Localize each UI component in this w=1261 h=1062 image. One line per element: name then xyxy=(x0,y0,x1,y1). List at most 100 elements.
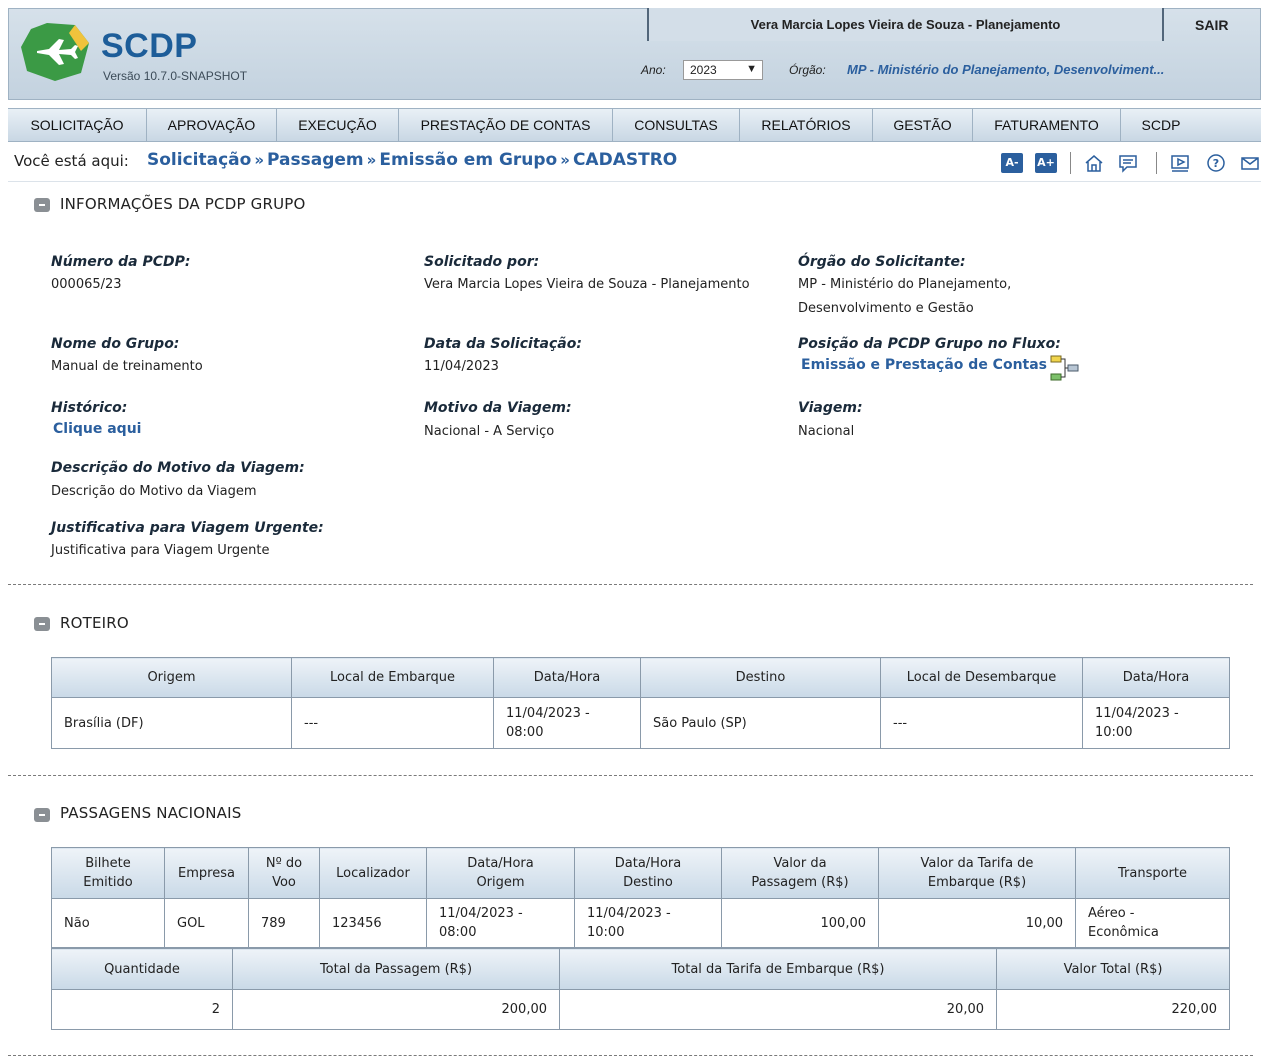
help-icon[interactable]: ? xyxy=(1205,152,1227,174)
data-solicitacao-label: Data da Solicitação: xyxy=(424,336,582,352)
table-cell: 200,00 xyxy=(232,989,560,1030)
viagem-value: Nacional xyxy=(798,424,855,439)
nav-item-gestao[interactable]: GESTÃO xyxy=(873,109,973,141)
nav-item-execucao[interactable]: EXECUÇÃO xyxy=(277,109,399,141)
table-cell: São Paulo (SP) xyxy=(640,697,881,749)
mail-icon[interactable] xyxy=(1239,152,1261,174)
org-link[interactable]: MP - Ministério do Planejamento, Desenvo… xyxy=(847,62,1164,77)
year-select-value: 2023 xyxy=(690,63,717,77)
motivo-viagem-label: Motivo da Viagem: xyxy=(424,400,572,416)
roteiro-table: Origem Local de Embarque Data/Hora Desti… xyxy=(51,657,1230,749)
nav-item-aprovacao[interactable]: APROVAÇÃO xyxy=(147,109,277,141)
font-decrease-button[interactable]: A- xyxy=(1001,153,1023,173)
nav-item-scdp[interactable]: SCDP xyxy=(1121,109,1201,141)
section-divider xyxy=(8,584,1253,585)
nav-item-prestacao-contas[interactable]: PRESTAÇÃO DE CONTAS xyxy=(399,109,613,141)
orgao-solicitante-value-line2: Desenvolvimento e Gestão xyxy=(798,301,974,316)
flow-diagram-icon[interactable] xyxy=(1049,355,1081,381)
numero-pcdp-value: 000065/23 xyxy=(51,277,122,292)
home-icon[interactable] xyxy=(1083,152,1105,174)
table-cell: 789 xyxy=(248,898,320,948)
solicitado-por-value: Vera Marcia Lopes Vieira de Souza - Plan… xyxy=(424,277,750,292)
collapse-roteiro-icon[interactable] xyxy=(34,617,50,631)
passagens-totals-table: Quantidade Total da Passagem (R$) Total … xyxy=(51,948,1230,1030)
table-header-row: Origem Local de Embarque Data/Hora Desti… xyxy=(51,657,1230,698)
breadcrumb-item-passagem[interactable]: Passagem xyxy=(267,150,364,170)
section-divider xyxy=(8,1055,1253,1056)
app-version: Versão 10.7.0-SNAPSHOT xyxy=(103,69,248,83)
scdp-logo-icon xyxy=(21,23,89,81)
toolbar-divider xyxy=(1156,152,1157,174)
table-cell: Brasília (DF) xyxy=(51,697,292,749)
column-header: Destino xyxy=(640,657,881,698)
nome-grupo-label: Nome do Grupo: xyxy=(51,336,180,352)
solicitado-por-label: Solicitado por: xyxy=(424,254,540,270)
year-select[interactable]: 2023 ▼ xyxy=(683,60,763,80)
app-logo-title: SCDP xyxy=(101,27,198,65)
table-cell: 2 xyxy=(51,989,233,1030)
year-label: Ano: xyxy=(641,63,666,77)
nome-grupo-value: Manual de treinamento xyxy=(51,359,203,374)
column-header: Data/Hora Origem xyxy=(426,847,575,899)
column-header: Valor Total (R$) xyxy=(996,948,1230,990)
chat-icon[interactable] xyxy=(1117,152,1139,174)
breadcrumb-item-solicitacao[interactable]: Solicitação xyxy=(147,150,251,170)
table-cell: Não xyxy=(51,898,165,948)
section-title-roteiro: ROTEIRO xyxy=(60,614,129,632)
descricao-motivo-value: Descrição do Motivo da Viagem xyxy=(51,484,257,499)
table-cell: --- xyxy=(291,697,494,749)
nav-item-solicitacao[interactable]: SOLICITAÇÃO xyxy=(8,109,147,141)
app-header: SCDP Versão 10.7.0-SNAPSHOT Vera Marcia … xyxy=(8,8,1261,100)
breadcrumb-separator-icon: » xyxy=(560,151,570,169)
table-cell: 11/04/2023 - 10:00 xyxy=(1082,697,1230,749)
main-nav: SOLICITAÇÃO APROVAÇÃO EXECUÇÃO PRESTAÇÃO… xyxy=(8,108,1261,142)
historico-link[interactable]: Clique aqui xyxy=(53,421,141,437)
column-header: Bilhete Emitido xyxy=(51,847,165,899)
column-header: Local de Embarque xyxy=(291,657,494,698)
column-header: Transporte xyxy=(1075,847,1230,899)
svg-text:?: ? xyxy=(1213,157,1219,170)
table-header-row: Quantidade Total da Passagem (R$) Total … xyxy=(51,948,1230,990)
table-header-row: Bilhete Emitido Empresa Nº do Voo Locali… xyxy=(51,847,1230,899)
column-header: Total da Passagem (R$) xyxy=(232,948,560,990)
table-cell: 100,00 xyxy=(721,898,879,948)
column-header: Origem xyxy=(51,657,292,698)
column-header: Nº do Voo xyxy=(248,847,320,899)
posicao-fluxo-label: Posição da PCDP Grupo no Fluxo: xyxy=(798,336,1061,352)
breadcrumb-item-cadastro: CADASTRO xyxy=(572,150,678,170)
org-label: Órgão: xyxy=(789,63,826,77)
nav-item-relatorios[interactable]: RELATÓRIOS xyxy=(740,109,873,141)
video-icon[interactable] xyxy=(1169,152,1191,174)
section-title-info: INFORMAÇÕES DA PCDP GRUPO xyxy=(60,195,306,213)
breadcrumb-separator-icon: » xyxy=(366,151,377,169)
column-header: Empresa xyxy=(164,847,249,899)
posicao-fluxo-link[interactable]: Emissão e Prestação de Contas xyxy=(801,357,1047,373)
collapse-info-icon[interactable] xyxy=(34,198,50,212)
table-cell: GOL xyxy=(164,898,249,948)
column-header: Total da Tarifa de Embarque (R$) xyxy=(559,948,997,990)
numero-pcdp-label: Número da PCDP: xyxy=(51,254,191,270)
column-header: Valor da Passagem (R$) xyxy=(721,847,879,899)
orgao-solicitante-label: Órgão do Solicitante: xyxy=(798,254,966,270)
font-increase-button[interactable]: A+ xyxy=(1035,153,1057,173)
section-divider xyxy=(8,775,1253,776)
section-title-passagens: PASSAGENS NACIONAIS xyxy=(60,804,242,822)
table-cell: --- xyxy=(880,697,1083,749)
nav-item-faturamento[interactable]: FATURAMENTO xyxy=(973,109,1121,141)
table-cell: 11/04/2023 - 08:00 xyxy=(426,898,575,948)
table-cell: 11/04/2023 - 08:00 xyxy=(493,697,641,749)
column-header: Local de Desembarque xyxy=(880,657,1083,698)
nav-item-consultas[interactable]: CONSULTAS xyxy=(613,109,740,141)
table-cell: Aéreo - Econômica xyxy=(1075,898,1230,948)
toolbar-divider xyxy=(1070,152,1071,174)
table-row: 2 200,00 20,00 220,00 xyxy=(51,989,1230,1030)
collapse-passagens-icon[interactable] xyxy=(34,808,50,822)
column-header: Valor da Tarifa de Embarque (R$) xyxy=(878,847,1076,899)
table-cell: 10,00 xyxy=(878,898,1076,948)
column-header: Localizador xyxy=(319,847,427,899)
logout-button[interactable]: SAIR xyxy=(1195,17,1228,33)
table-cell: 220,00 xyxy=(996,989,1230,1030)
breadcrumb-item-emissao-grupo[interactable]: Emissão em Grupo xyxy=(379,150,557,170)
justificativa-label: Justificativa para Viagem Urgente: xyxy=(51,520,324,536)
breadcrumb-separator-icon: » xyxy=(254,151,265,169)
